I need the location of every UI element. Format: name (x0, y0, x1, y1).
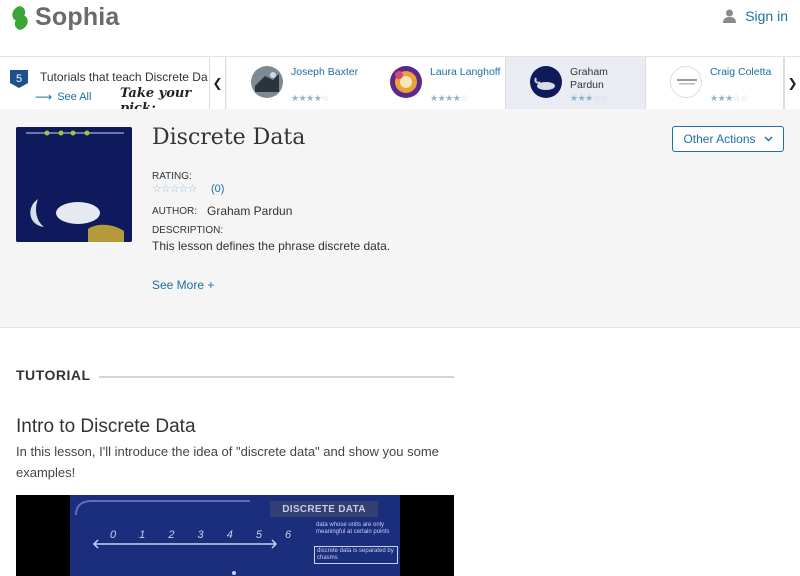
other-actions-label: Other Actions (683, 132, 756, 146)
take-your-pick-text: Take your pick: (120, 86, 192, 109)
sign-in-label: Sign in (745, 8, 788, 24)
site-header: Sophia Sign in (0, 0, 800, 57)
lesson-title: Discrete Data (152, 125, 306, 150)
rating-count[interactable]: (0) (211, 183, 224, 195)
author-name: Graham Pardun (207, 204, 293, 218)
rating-label: RATING: (152, 171, 192, 182)
count-badge-icon: 5 (10, 70, 28, 88)
video-frame: 0 1 2 3 4 5 6 DISCRETE DATA data whose u… (70, 495, 400, 576)
user-icon (723, 9, 737, 23)
tutorial-card-graham-pardun[interactable]: Graham Pardun ★★★☆☆ (506, 57, 646, 109)
card-rating-stars: ★★★★☆ (430, 93, 468, 103)
avatar (251, 66, 283, 98)
thumbnail-illustration (16, 127, 132, 242)
lesson-description: This lesson defines the phrase discrete … (152, 239, 391, 253)
tutorial-card-craig-coletta[interactable]: Craig Coletta ★★★☆☆ (646, 57, 784, 109)
card-rating-stars: ★★★☆☆ (570, 93, 608, 103)
see-all-label: See All (57, 91, 92, 103)
carousel-next-button[interactable]: ❯ (784, 57, 800, 109)
intro-text: In this lesson, I'll introduce the idea … (16, 444, 439, 480)
other-actions-button[interactable]: Other Actions (672, 126, 784, 152)
card-rating-stars: ★★★☆☆ (710, 93, 748, 103)
card-author-name: Craig Coletta (710, 66, 772, 78)
avatar (670, 66, 702, 98)
tutorial-card-joseph-baxter[interactable]: Joseph Baxter ★★★★☆ (227, 57, 367, 109)
tutorials-strip: 5 Tutorials that teach Discrete Da ⟶ See… (0, 57, 800, 109)
carousel-prev-button[interactable]: ❮ (210, 57, 226, 109)
video-note-chasms: discrete data is separated by chasms (314, 546, 398, 564)
chevron-left-icon: ❮ (212, 76, 223, 90)
arrow-right-icon: ⟶ (35, 90, 53, 104)
card-rating-stars: ★★★★☆ (291, 93, 329, 103)
card-author-first: Graham (570, 66, 608, 78)
sign-in-link[interactable]: Sign in (723, 8, 788, 24)
lesson-panel: Discrete Data RATING: ☆☆☆☆☆ (0) AUTHOR: … (0, 109, 800, 328)
chevron-down-icon (763, 136, 773, 142)
lesson-thumbnail (16, 127, 132, 242)
intro-title: Intro to Discrete Data (16, 416, 196, 437)
tutorial-heading: TUTORIAL (16, 367, 91, 383)
video-note-definition: data whose units are only meaningful at … (316, 522, 390, 535)
strip-intro: 5 Tutorials that teach Discrete Da ⟶ See… (0, 57, 210, 109)
tutorial-divider (99, 376, 454, 378)
card-author-last: Pardun (570, 79, 604, 91)
lesson-video[interactable]: 0 1 2 3 4 5 6 DISCRETE DATA data whose u… (16, 495, 454, 576)
description-label: DESCRIPTION: (152, 225, 224, 236)
tutorial-card-laura-langhoff[interactable]: Laura Langhoff ★★★★☆ (366, 57, 506, 109)
logo-text: Sophia (35, 3, 120, 31)
avatar (530, 66, 562, 98)
chevron-right-icon: ❯ (787, 76, 798, 90)
sophia-logo[interactable]: Sophia (9, 3, 120, 32)
see-more-link[interactable]: See More + (152, 278, 214, 292)
card-author-name: Joseph Baxter (291, 66, 359, 78)
count-badge-number: 5 (16, 73, 22, 85)
strip-title: Tutorials that teach Discrete Da (40, 70, 208, 84)
number-line-labels: 0 1 2 3 4 5 6 (110, 529, 302, 541)
video-board-title: DISCRETE DATA (270, 501, 378, 517)
author-label: AUTHOR: (152, 206, 197, 217)
rating-stars[interactable]: ☆☆☆☆☆ (152, 182, 197, 195)
card-author-name: Graham Pardun (570, 66, 608, 92)
see-all-link[interactable]: ⟶ See All (35, 90, 91, 104)
avatar (390, 66, 422, 98)
card-author-name: Laura Langhoff (430, 66, 501, 78)
sophia-leaf-icon (12, 5, 28, 30)
